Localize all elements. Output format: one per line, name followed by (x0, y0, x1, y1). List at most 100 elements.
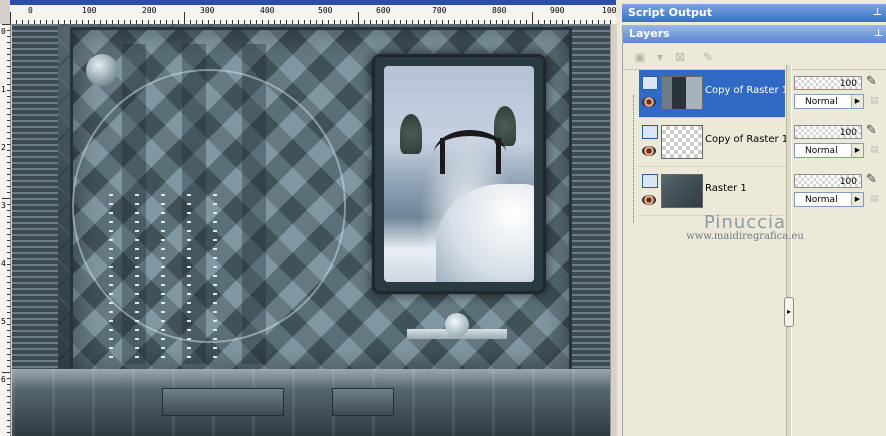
ruler-label: 600 (376, 6, 391, 15)
paint-brush-icon[interactable]: ✎ (866, 74, 882, 90)
layers-titlebar[interactable]: Layers ⊥ (623, 25, 886, 43)
vertical-scrollbar[interactable] (610, 24, 617, 436)
eye-icon[interactable] (642, 146, 656, 156)
ruler-tick (7, 276, 10, 277)
ruler-tick (7, 336, 10, 337)
ruler-tick (7, 318, 10, 319)
ruler-tick (7, 84, 10, 85)
ruler-label: 1000 (602, 6, 616, 15)
lock-icon[interactable]: ▤ (870, 96, 882, 108)
ruler-tick (7, 108, 10, 109)
ruler-tick (7, 228, 10, 229)
layer-row[interactable]: Copy of Raster 1 (639, 70, 788, 118)
layer-row[interactable]: Copy of Raster 1 (639, 119, 788, 167)
ruler-label: 4 (1, 259, 6, 268)
ruler-tick (532, 12, 533, 24)
lock-icon[interactable]: ▤ (870, 145, 882, 157)
image-canvas[interactable] (12, 24, 610, 436)
ruler-tick (7, 414, 10, 415)
eye-icon[interactable] (642, 195, 656, 205)
panel-splitter[interactable] (786, 65, 792, 436)
opacity-slider[interactable]: 100 (794, 125, 862, 139)
snow-bank (436, 184, 534, 282)
dot-column (213, 194, 217, 364)
pin-icon[interactable]: ⊥ (874, 25, 883, 43)
ruler-tick (7, 354, 10, 355)
dropdown-arrow-icon[interactable]: ▶ (851, 95, 863, 108)
layer-thumbnail (661, 76, 703, 110)
dropdown-arrow-icon[interactable]: ▶ (851, 144, 863, 157)
ruler-label: 400 (260, 6, 275, 15)
ruler-tick (7, 396, 10, 397)
pin-icon[interactable]: ⊥ (873, 4, 882, 22)
opacity-slider[interactable]: 100 (794, 174, 862, 188)
layers-toolbar: ▣ ▾ ⊠ ✎ (623, 43, 886, 70)
ruler-tick (7, 366, 10, 367)
layer-thumbnail (661, 125, 703, 159)
ruler-tick (7, 306, 10, 307)
ruler-tick (7, 54, 10, 55)
ruler-tick (7, 312, 10, 313)
ruler-tick (2, 24, 10, 25)
ruler-label: 200 (142, 6, 157, 15)
layer-properties: 100 ✎ Normal ▶ ▤ 100 ✎ Normal ▶ ▤ 100 ✎ No… (794, 70, 886, 230)
dot-column (109, 194, 113, 364)
layer-row[interactable]: Raster 1 (639, 168, 785, 216)
dot-column (161, 194, 165, 364)
chevron-down-icon[interactable]: ▾ (649, 47, 671, 67)
ruler-tick (7, 342, 10, 343)
lock-icon[interactable]: ▤ (870, 194, 882, 206)
layer-thumbnail (661, 174, 703, 208)
ruler-tick (7, 114, 10, 115)
ruler-tick (7, 66, 10, 67)
circle-ring (72, 69, 346, 343)
ruler-tick (7, 30, 10, 31)
ruler-tick (7, 162, 10, 163)
decorative-ball (445, 313, 469, 337)
blend-mode-select[interactable]: Normal ▶ (794, 143, 864, 158)
ruler-label: 900 (550, 6, 565, 15)
ruler-tick (7, 246, 10, 247)
ruler-tick (2, 198, 10, 199)
paint-brush-icon[interactable]: ✎ (866, 123, 882, 139)
new-layer-icon[interactable]: ▣ (629, 47, 651, 67)
ruler-label: 800 (492, 6, 507, 15)
ruler-tick (2, 372, 10, 373)
opacity-slider[interactable]: 100 (794, 76, 862, 90)
winter-landscape-image (384, 66, 534, 282)
ruler-label: 100 (82, 6, 97, 15)
ruler-tick (7, 330, 10, 331)
panel-title: Script Output (628, 6, 713, 19)
ruler-tick (7, 258, 10, 259)
delete-layer-icon[interactable]: ⊠ (669, 47, 691, 67)
blend-mode-value: Normal (805, 146, 838, 156)
script-output-titlebar[interactable]: Script Output ⊥ (622, 4, 886, 22)
ruler-tick (7, 48, 10, 49)
watermark: Pinuccia www.maidiregrafica.eu (680, 212, 810, 242)
ruler-tick (7, 180, 10, 181)
blend-mode-select[interactable]: Normal ▶ (794, 192, 864, 207)
ruler-label: 5 (1, 317, 6, 326)
layer-props-row: 100 ✎ Normal ▶ ▤ (794, 70, 886, 117)
eye-icon[interactable] (642, 97, 656, 107)
blend-mode-select[interactable]: Normal ▶ (794, 94, 864, 109)
ruler-tick (184, 12, 185, 24)
layer-tree-line (633, 95, 635, 223)
ruler-tick (7, 60, 10, 61)
ruler-tick (7, 384, 10, 385)
edit-icon[interactable]: ✎ (697, 47, 719, 67)
ruler-tick (7, 126, 10, 127)
ruler-tick (7, 390, 10, 391)
ruler-label: 300 (200, 6, 215, 15)
dropdown-arrow-icon[interactable]: ▶ (851, 193, 863, 206)
ruler-tick (7, 174, 10, 175)
ruler-tick (7, 408, 10, 409)
collapse-arrow-icon[interactable]: ▸ (784, 297, 794, 327)
ruler-tick (7, 36, 10, 37)
ruler-tick (7, 192, 10, 193)
ruler-tick (7, 378, 10, 379)
ruler-tick (7, 420, 10, 421)
ruler-tick (7, 42, 10, 43)
paint-brush-icon[interactable]: ✎ (866, 172, 882, 188)
layer-props-row: 100 ✎ Normal ▶ ▤ (794, 168, 886, 215)
